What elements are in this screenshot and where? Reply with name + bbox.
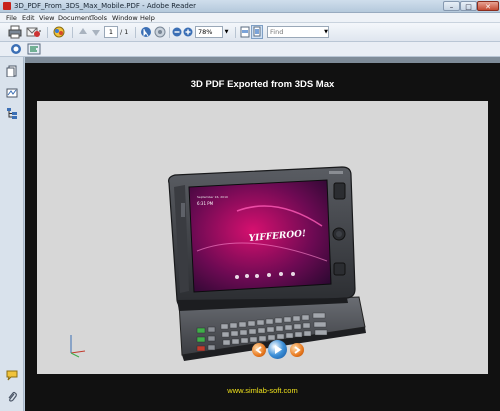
- find-input[interactable]: Find: [267, 26, 329, 38]
- menu-tools[interactable]: Tools: [91, 13, 107, 23]
- zoom-out-icon[interactable]: [172, 25, 182, 39]
- previous-page-icon[interactable]: [78, 25, 88, 39]
- comments-icon[interactable]: [6, 369, 18, 381]
- pdf-page: 3D PDF Exported from 3DS Max YIFFEROO! S…: [25, 63, 500, 411]
- website-link[interactable]: www.simlab-soft.com: [25, 386, 500, 395]
- collaborate-icon[interactable]: [52, 25, 66, 39]
- zoom-dropdown-icon[interactable]: ▼: [223, 26, 230, 38]
- menu-view[interactable]: View: [39, 13, 54, 23]
- menu-help[interactable]: Help: [140, 13, 155, 23]
- page-count: / 1: [120, 28, 129, 36]
- pages-icon[interactable]: [6, 65, 18, 78]
- fit-width-icon[interactable]: [239, 25, 251, 39]
- phone-time: 6:31 PM: [197, 201, 214, 206]
- print-icon[interactable]: [8, 25, 22, 39]
- close-button[interactable]: ✕: [477, 1, 499, 11]
- play-button[interactable]: [268, 340, 287, 359]
- main-toolbar: 1 / 1 78% ▼ Find ▼: [0, 23, 500, 42]
- next-view-button[interactable]: [290, 343, 304, 357]
- navigation-panel: [0, 57, 24, 411]
- model-tree-icon[interactable]: [6, 107, 18, 119]
- axis-gizmo-icon: [70, 335, 86, 358]
- phone-date: September 16, 2010: [197, 195, 228, 199]
- signatures-icon[interactable]: [6, 87, 18, 99]
- zoom-level-field[interactable]: 78%: [195, 26, 223, 38]
- menu-edit[interactable]: Edit: [22, 13, 35, 23]
- menu-window[interactable]: Window: [112, 13, 138, 23]
- page-title: 3D PDF Exported from 3DS Max: [190, 79, 335, 90]
- page-number-input[interactable]: 1: [104, 26, 118, 38]
- email-icon[interactable]: [26, 25, 42, 39]
- window-title: 3D_PDF_From_3DS_Max_Mobile.PDF - Adobe R…: [14, 2, 197, 10]
- maximize-button[interactable]: □: [460, 1, 477, 11]
- 3d-rotate-icon[interactable]: [10, 43, 22, 57]
- previous-view-button[interactable]: [252, 343, 266, 357]
- next-page-icon[interactable]: [91, 25, 101, 39]
- minimize-button[interactable]: –: [443, 1, 460, 11]
- zoom-in-icon[interactable]: [183, 25, 193, 39]
- find-dropdown-icon[interactable]: ▼: [322, 26, 330, 38]
- 3d-viewport[interactable]: YIFFEROO! September 16, 2010 6:31 PM: [37, 101, 488, 374]
- menu-document[interactable]: Document: [58, 13, 92, 23]
- menu-bar: File Edit View Document Tools Window Hel…: [0, 13, 500, 23]
- 3d-model-tree-icon[interactable]: [27, 43, 41, 57]
- fit-page-icon[interactable]: [251, 25, 263, 39]
- 3d-toolbar: [0, 42, 500, 57]
- select-tool-icon[interactable]: [140, 25, 152, 39]
- menu-file[interactable]: File: [6, 13, 17, 23]
- document-area: 3D PDF Exported from 3DS Max YIFFEROO! S…: [25, 57, 500, 411]
- adobe-reader-icon: [3, 2, 11, 10]
- attachments-icon[interactable]: [6, 391, 18, 403]
- title-bar: 3D_PDF_From_3DS_Max_Mobile.PDF - Adobe R…: [0, 0, 500, 13]
- hand-tool-icon[interactable]: [154, 25, 166, 39]
- phone-model: YIFFEROO! September 16, 2010 6:31 PM: [168, 166, 366, 361]
